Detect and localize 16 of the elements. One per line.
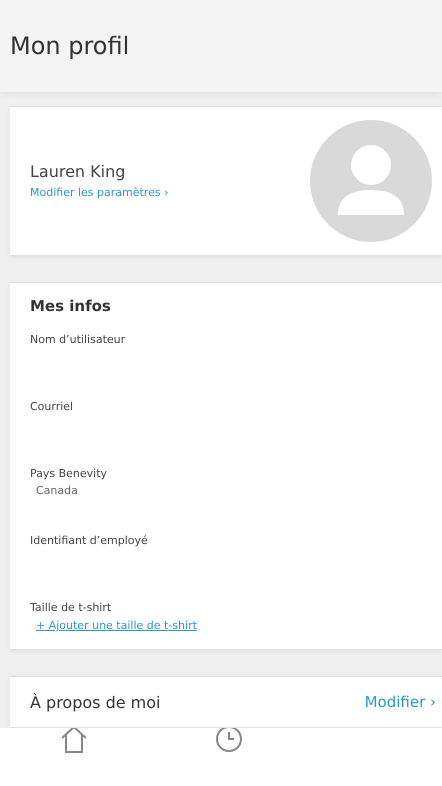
add-link[interactable]: + Ajouter une taille de t-shirt — [36, 619, 197, 632]
field-label: Nom d’utilisateur — [30, 333, 126, 346]
field-value: Canada — [36, 484, 79, 497]
field-label: Taille de t-shirt — [30, 601, 112, 614]
edit-link[interactable]: Modifier › — [364, 693, 436, 711]
user-name: Lauren King — [30, 162, 126, 181]
home-icon[interactable] — [60, 728, 88, 754]
field-label: Courriel — [30, 400, 74, 413]
avatar-icon — [310, 120, 432, 242]
settings-link[interactable]: Modifier les paramètres › — [30, 186, 168, 199]
section-title: À propos de moi — [30, 692, 160, 712]
section-title: Mes infos — [30, 297, 112, 315]
clock-icon[interactable] — [215, 728, 243, 754]
page-title: Mon profil — [10, 32, 130, 60]
field-label: Identifiant d’employé — [30, 534, 149, 547]
field-label: Pays Benevity — [30, 467, 108, 480]
